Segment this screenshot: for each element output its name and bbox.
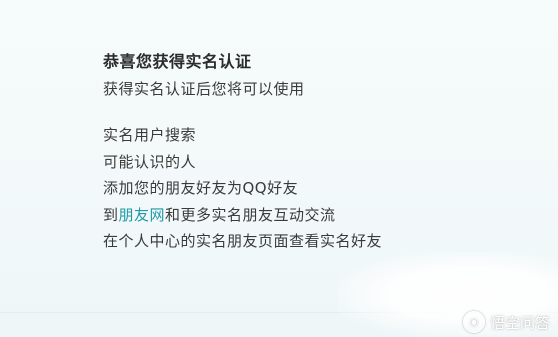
page-title: 恭喜您获得实名认证: [103, 52, 252, 71]
list-item-prefix: 到: [103, 205, 119, 224]
feature-list: 实名用户搜索 可能认识的人 添加您的朋友好友为QQ好友 到朋友网和更多实名朋友互…: [103, 122, 523, 255]
list-item-text: 和更多实名朋友互动交流: [165, 205, 336, 224]
page-subtitle: 获得实名认证后您将可以使用: [103, 80, 305, 98]
list-item: 到朋友网和更多实名朋友互动交流: [103, 202, 523, 229]
certification-message: 恭喜您获得实名认证 获得实名认证后您将可以使用 实名用户搜索 可能认识的人 添加…: [103, 50, 523, 255]
list-item: 实名用户搜索: [103, 126, 197, 144]
list-item: 在个人中心的实名朋友页面查看实名好友: [103, 232, 383, 250]
notification-window: 恭喜您获得实名认证 获得实名认证后您将可以使用 实名用户搜索 可能认识的人 添加…: [0, 0, 558, 337]
watermark: ◉ 悟空问答: [462, 311, 550, 333]
wukong-logo-icon: ◉: [462, 311, 485, 333]
list-item: 添加您的朋友好友为QQ好友: [103, 179, 299, 197]
list-item: 可能认识的人: [103, 152, 197, 171]
pengyou-link[interactable]: 朋友网: [119, 206, 166, 224]
watermark-text: 悟空问答: [489, 313, 550, 332]
